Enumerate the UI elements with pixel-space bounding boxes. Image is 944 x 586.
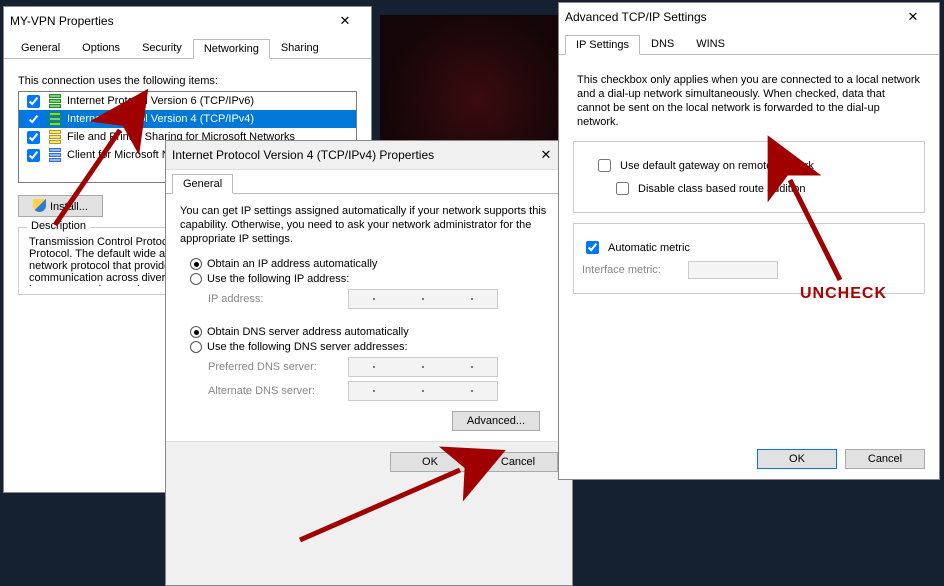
radio-use-dns[interactable]: Use the following DNS server addresses: [190,341,558,353]
disable-route-checkbox[interactable] [616,182,629,195]
close-icon[interactable]: ✕ [893,6,933,28]
tab-sharing[interactable]: Sharing [270,38,330,58]
win1-tabs: General Options Security Networking Shar… [4,35,371,59]
protocol-icon [47,93,63,109]
item-label: Internet Protocol Version 6 (TCP/IPv6) [67,95,254,107]
tab-networking[interactable]: Networking [193,39,270,59]
automatic-metric-row[interactable]: Automatic metric [582,238,916,257]
win2-title: Internet Protocol Version 4 (TCP/IPv4) P… [172,148,526,162]
disable-route-checkbox-row[interactable]: Disable class based route addition [612,179,916,198]
list-item[interactable]: Internet Protocol Version 6 (TCP/IPv6) [19,92,356,110]
radio-icon [190,326,202,338]
service-icon [47,129,63,145]
list-item[interactable]: Internet Protocol Version 4 (TCP/IPv4) [19,110,356,128]
client-icon [47,147,63,163]
shield-icon [33,199,46,212]
ok-button[interactable]: OK [390,452,470,472]
tab-security[interactable]: Security [131,38,193,58]
item-checkbox[interactable] [27,149,40,162]
item-checkbox[interactable] [27,131,40,144]
description-legend: Description [27,220,90,232]
win2-titlebar[interactable]: Internet Protocol Version 4 (TCP/IPv4) P… [166,141,572,169]
protocol-icon [47,111,63,127]
radio-icon [190,273,202,285]
preferred-dns-input [348,357,498,377]
alternate-dns-label: Alternate DNS server: [208,385,348,397]
win1-titlebar[interactable]: MY-VPN Properties ✕ [4,7,371,35]
win1-title: MY-VPN Properties [10,14,325,28]
item-checkbox[interactable] [27,113,40,126]
win3-title: Advanced TCP/IP Settings [565,10,893,24]
interface-metric-label: Interface metric: [582,264,682,276]
interface-metric-input [688,261,778,279]
gateway-checkbox[interactable] [598,159,611,172]
item-label: Client for Microsoft N [67,149,170,161]
advanced-tcpip-window: Advanced TCP/IP Settings ✕ IP Settings D… [558,2,940,480]
ip-address-input [348,289,498,309]
items-label: This connection uses the following items… [18,75,357,87]
install-button[interactable]: Install... [18,195,103,217]
gateway-checkbox-row[interactable]: Use default gateway on remote network [594,156,916,175]
intro-text: You can get IP settings assigned automat… [180,204,558,246]
ip-address-label: IP address: [208,293,348,305]
advanced-button[interactable]: Advanced... [452,411,540,431]
close-icon[interactable]: ✕ [325,10,365,32]
description-text: This checkbox only applies when you are … [577,73,921,129]
cancel-button[interactable]: Cancel [478,452,558,472]
tab-general[interactable]: General [10,38,71,58]
tab-options[interactable]: Options [71,38,131,58]
cancel-button[interactable]: Cancel [845,449,925,469]
tab-general[interactable]: General [172,174,233,194]
ipv4-properties-window: Internet Protocol Version 4 (TCP/IPv4) P… [165,140,573,586]
tab-ip-settings[interactable]: IP Settings [565,35,640,55]
automatic-metric-checkbox[interactable] [586,241,599,254]
item-label: Internet Protocol Version 4 (TCP/IPv4) [67,113,254,125]
alternate-dns-input [348,381,498,401]
radio-use-ip[interactable]: Use the following IP address: [190,273,558,285]
radio-obtain-ip[interactable]: Obtain an IP address automatically [190,258,558,270]
radio-icon [190,341,202,353]
tab-wins[interactable]: WINS [685,34,736,54]
ok-button[interactable]: OK [757,449,837,469]
win3-titlebar[interactable]: Advanced TCP/IP Settings ✕ [559,3,939,31]
item-checkbox[interactable] [27,95,40,108]
annotation-uncheck: UNCHECK [800,285,887,303]
radio-icon [190,258,202,270]
radio-obtain-dns[interactable]: Obtain DNS server address automatically [190,326,558,338]
preferred-dns-label: Preferred DNS server: [208,361,348,373]
tab-dns[interactable]: DNS [640,34,685,54]
